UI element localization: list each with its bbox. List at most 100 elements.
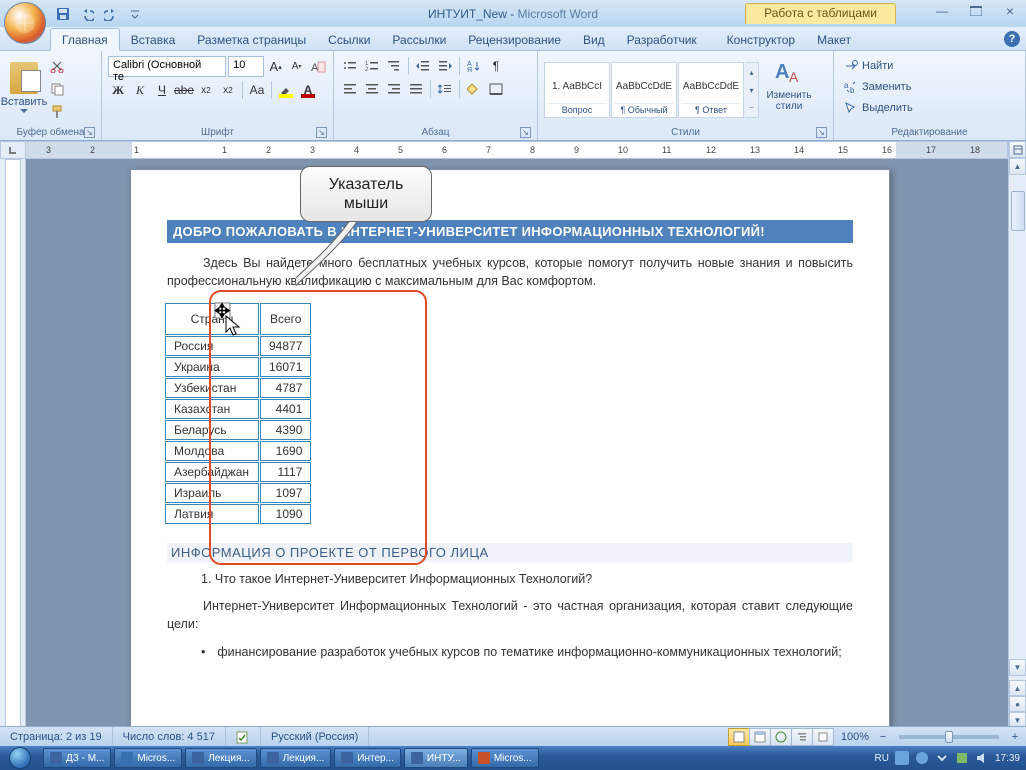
- zoom-out-button[interactable]: −: [876, 731, 890, 743]
- superscript-button[interactable]: x2: [218, 80, 238, 100]
- find-button[interactable]: Найти: [840, 56, 1019, 76]
- tray-clock[interactable]: 17:39: [995, 753, 1020, 764]
- tray-flag-icon[interactable]: [955, 751, 969, 765]
- tab-view[interactable]: Вид: [572, 29, 616, 50]
- paste-button[interactable]: Вставить: [4, 54, 44, 122]
- justify-button[interactable]: [406, 79, 426, 99]
- clear-formatting-button[interactable]: A: [308, 57, 327, 77]
- clipboard-launcher[interactable]: ↘: [84, 127, 95, 138]
- zoom-slider[interactable]: [899, 735, 999, 739]
- subscript-button[interactable]: x2: [196, 80, 216, 100]
- tray-icon-1[interactable]: [895, 751, 909, 765]
- maximize-button[interactable]: [964, 2, 988, 19]
- table-row[interactable]: Украина16071: [165, 357, 311, 377]
- view-printlayout-button[interactable]: [728, 728, 750, 746]
- taskbar-item-1[interactable]: Micros...: [114, 748, 182, 768]
- tab-home[interactable]: Главная: [50, 28, 120, 51]
- scroll-ruler-toggle[interactable]: [1009, 141, 1026, 158]
- tab-mailings[interactable]: Рассылки: [381, 29, 457, 50]
- table-move-handle[interactable]: [210, 298, 248, 342]
- undo-button[interactable]: [76, 4, 98, 24]
- changecase-button[interactable]: Aa: [247, 80, 267, 100]
- scroll-thumb[interactable]: [1011, 191, 1025, 231]
- view-fullscreen-button[interactable]: [749, 728, 771, 746]
- zoom-percent[interactable]: 100%: [841, 731, 869, 743]
- tray-volume-icon[interactable]: [975, 751, 989, 765]
- view-weblayout-button[interactable]: [770, 728, 792, 746]
- taskbar-item-5[interactable]: ИНТУ...: [404, 748, 468, 768]
- align-center-button[interactable]: [362, 79, 382, 99]
- highlight-button[interactable]: [276, 80, 296, 100]
- redo-button[interactable]: [100, 4, 122, 24]
- view-outline-button[interactable]: [791, 728, 813, 746]
- bullets-button[interactable]: [340, 56, 360, 76]
- tray-icon-2[interactable]: [915, 751, 929, 765]
- copy-button[interactable]: [47, 79, 67, 99]
- bold-button[interactable]: Ж: [108, 80, 128, 100]
- change-styles-button[interactable]: AA Изменить стили: [765, 58, 813, 122]
- shading-button[interactable]: [464, 79, 484, 99]
- tab-pagelayout[interactable]: Разметка страницы: [186, 29, 317, 50]
- tab-selector[interactable]: [0, 141, 26, 159]
- status-words[interactable]: Число слов: 4 517: [113, 727, 226, 746]
- strike-button[interactable]: abe: [174, 80, 194, 100]
- align-left-button[interactable]: [340, 79, 360, 99]
- taskbar-item-3[interactable]: Лекция...: [260, 748, 332, 768]
- styles-launcher[interactable]: ↘: [816, 127, 827, 138]
- show-marks-button[interactable]: ¶: [486, 56, 506, 76]
- tray-language[interactable]: RU: [875, 753, 889, 764]
- table-row[interactable]: Израиль1097: [165, 483, 311, 503]
- numbering-button[interactable]: 12: [362, 56, 382, 76]
- sort-button[interactable]: AЯ: [464, 56, 484, 76]
- line-spacing-button[interactable]: [435, 79, 455, 99]
- style-card-1[interactable]: AaBbCcDdE¶ Обычный: [611, 62, 677, 118]
- table-row[interactable]: Азербайджан1117: [165, 462, 311, 482]
- style-card-2[interactable]: AaBbCcDdE¶ Ответ: [678, 62, 744, 118]
- font-size-combo[interactable]: 10: [228, 56, 264, 77]
- tab-table-design[interactable]: Конструктор: [716, 29, 806, 50]
- status-language[interactable]: Русский (Россия): [261, 727, 369, 746]
- scroll-down-button[interactable]: ▼: [1009, 659, 1026, 676]
- taskbar-item-4[interactable]: Интер...: [334, 748, 401, 768]
- start-button[interactable]: [0, 746, 40, 770]
- scroll-up-button[interactable]: ▲: [1009, 158, 1026, 175]
- document-area[interactable]: ДОБРО ПОЖАЛОВАТЬ В ИНТЕРНЕТ-УНИВЕРСИТЕТ …: [26, 159, 1008, 728]
- horizontal-ruler[interactable]: 321123456789101112131415161718: [26, 141, 1008, 159]
- underline-button[interactable]: Ч: [152, 80, 172, 100]
- increase-indent-button[interactable]: [435, 56, 455, 76]
- font-launcher[interactable]: ↘: [316, 127, 327, 138]
- decrease-indent-button[interactable]: [413, 56, 433, 76]
- table-row[interactable]: Казахстан4401: [165, 399, 311, 419]
- tab-table-layout[interactable]: Макет: [806, 29, 862, 50]
- table-row[interactable]: Беларусь4390: [165, 420, 311, 440]
- replace-button[interactable]: abЗаменить: [840, 77, 1019, 97]
- qat-more-button[interactable]: [124, 4, 146, 24]
- tab-references[interactable]: Ссылки: [317, 29, 381, 50]
- vertical-ruler[interactable]: [0, 159, 26, 728]
- styles-more-button[interactable]: ▴▾⎯: [745, 62, 759, 118]
- paragraph-launcher[interactable]: ↘: [520, 127, 531, 138]
- multilevel-button[interactable]: [384, 56, 404, 76]
- office-button[interactable]: [4, 2, 46, 44]
- zoom-in-button[interactable]: +: [1008, 731, 1022, 743]
- align-right-button[interactable]: [384, 79, 404, 99]
- italic-button[interactable]: К: [130, 80, 150, 100]
- font-name-combo[interactable]: Calibri (Основной те: [108, 56, 226, 77]
- style-card-0[interactable]: 1. AaBbCcIВопрос: [544, 62, 610, 118]
- taskbar-item-6[interactable]: Micros...: [471, 748, 539, 768]
- minimize-button[interactable]: —: [930, 2, 954, 19]
- browse-object-button[interactable]: ●: [1009, 696, 1026, 712]
- save-button[interactable]: [52, 4, 74, 24]
- formatpainter-button[interactable]: [47, 102, 67, 122]
- select-button[interactable]: Выделить: [840, 98, 1019, 118]
- borders-button[interactable]: [486, 79, 506, 99]
- view-draft-button[interactable]: [812, 728, 834, 746]
- tab-developer[interactable]: Разработчик: [616, 29, 708, 50]
- table-row[interactable]: Молдова1690: [165, 441, 311, 461]
- grow-font-button[interactable]: A▴: [266, 57, 285, 77]
- shrink-font-button[interactable]: A▾: [287, 57, 306, 77]
- close-button[interactable]: ×: [998, 2, 1022, 19]
- vertical-scrollbar[interactable]: ▲ ▼ ▲ ● ▼: [1008, 141, 1026, 728]
- fontcolor-button[interactable]: A: [298, 80, 318, 100]
- table-row[interactable]: Латвия1090: [165, 504, 311, 524]
